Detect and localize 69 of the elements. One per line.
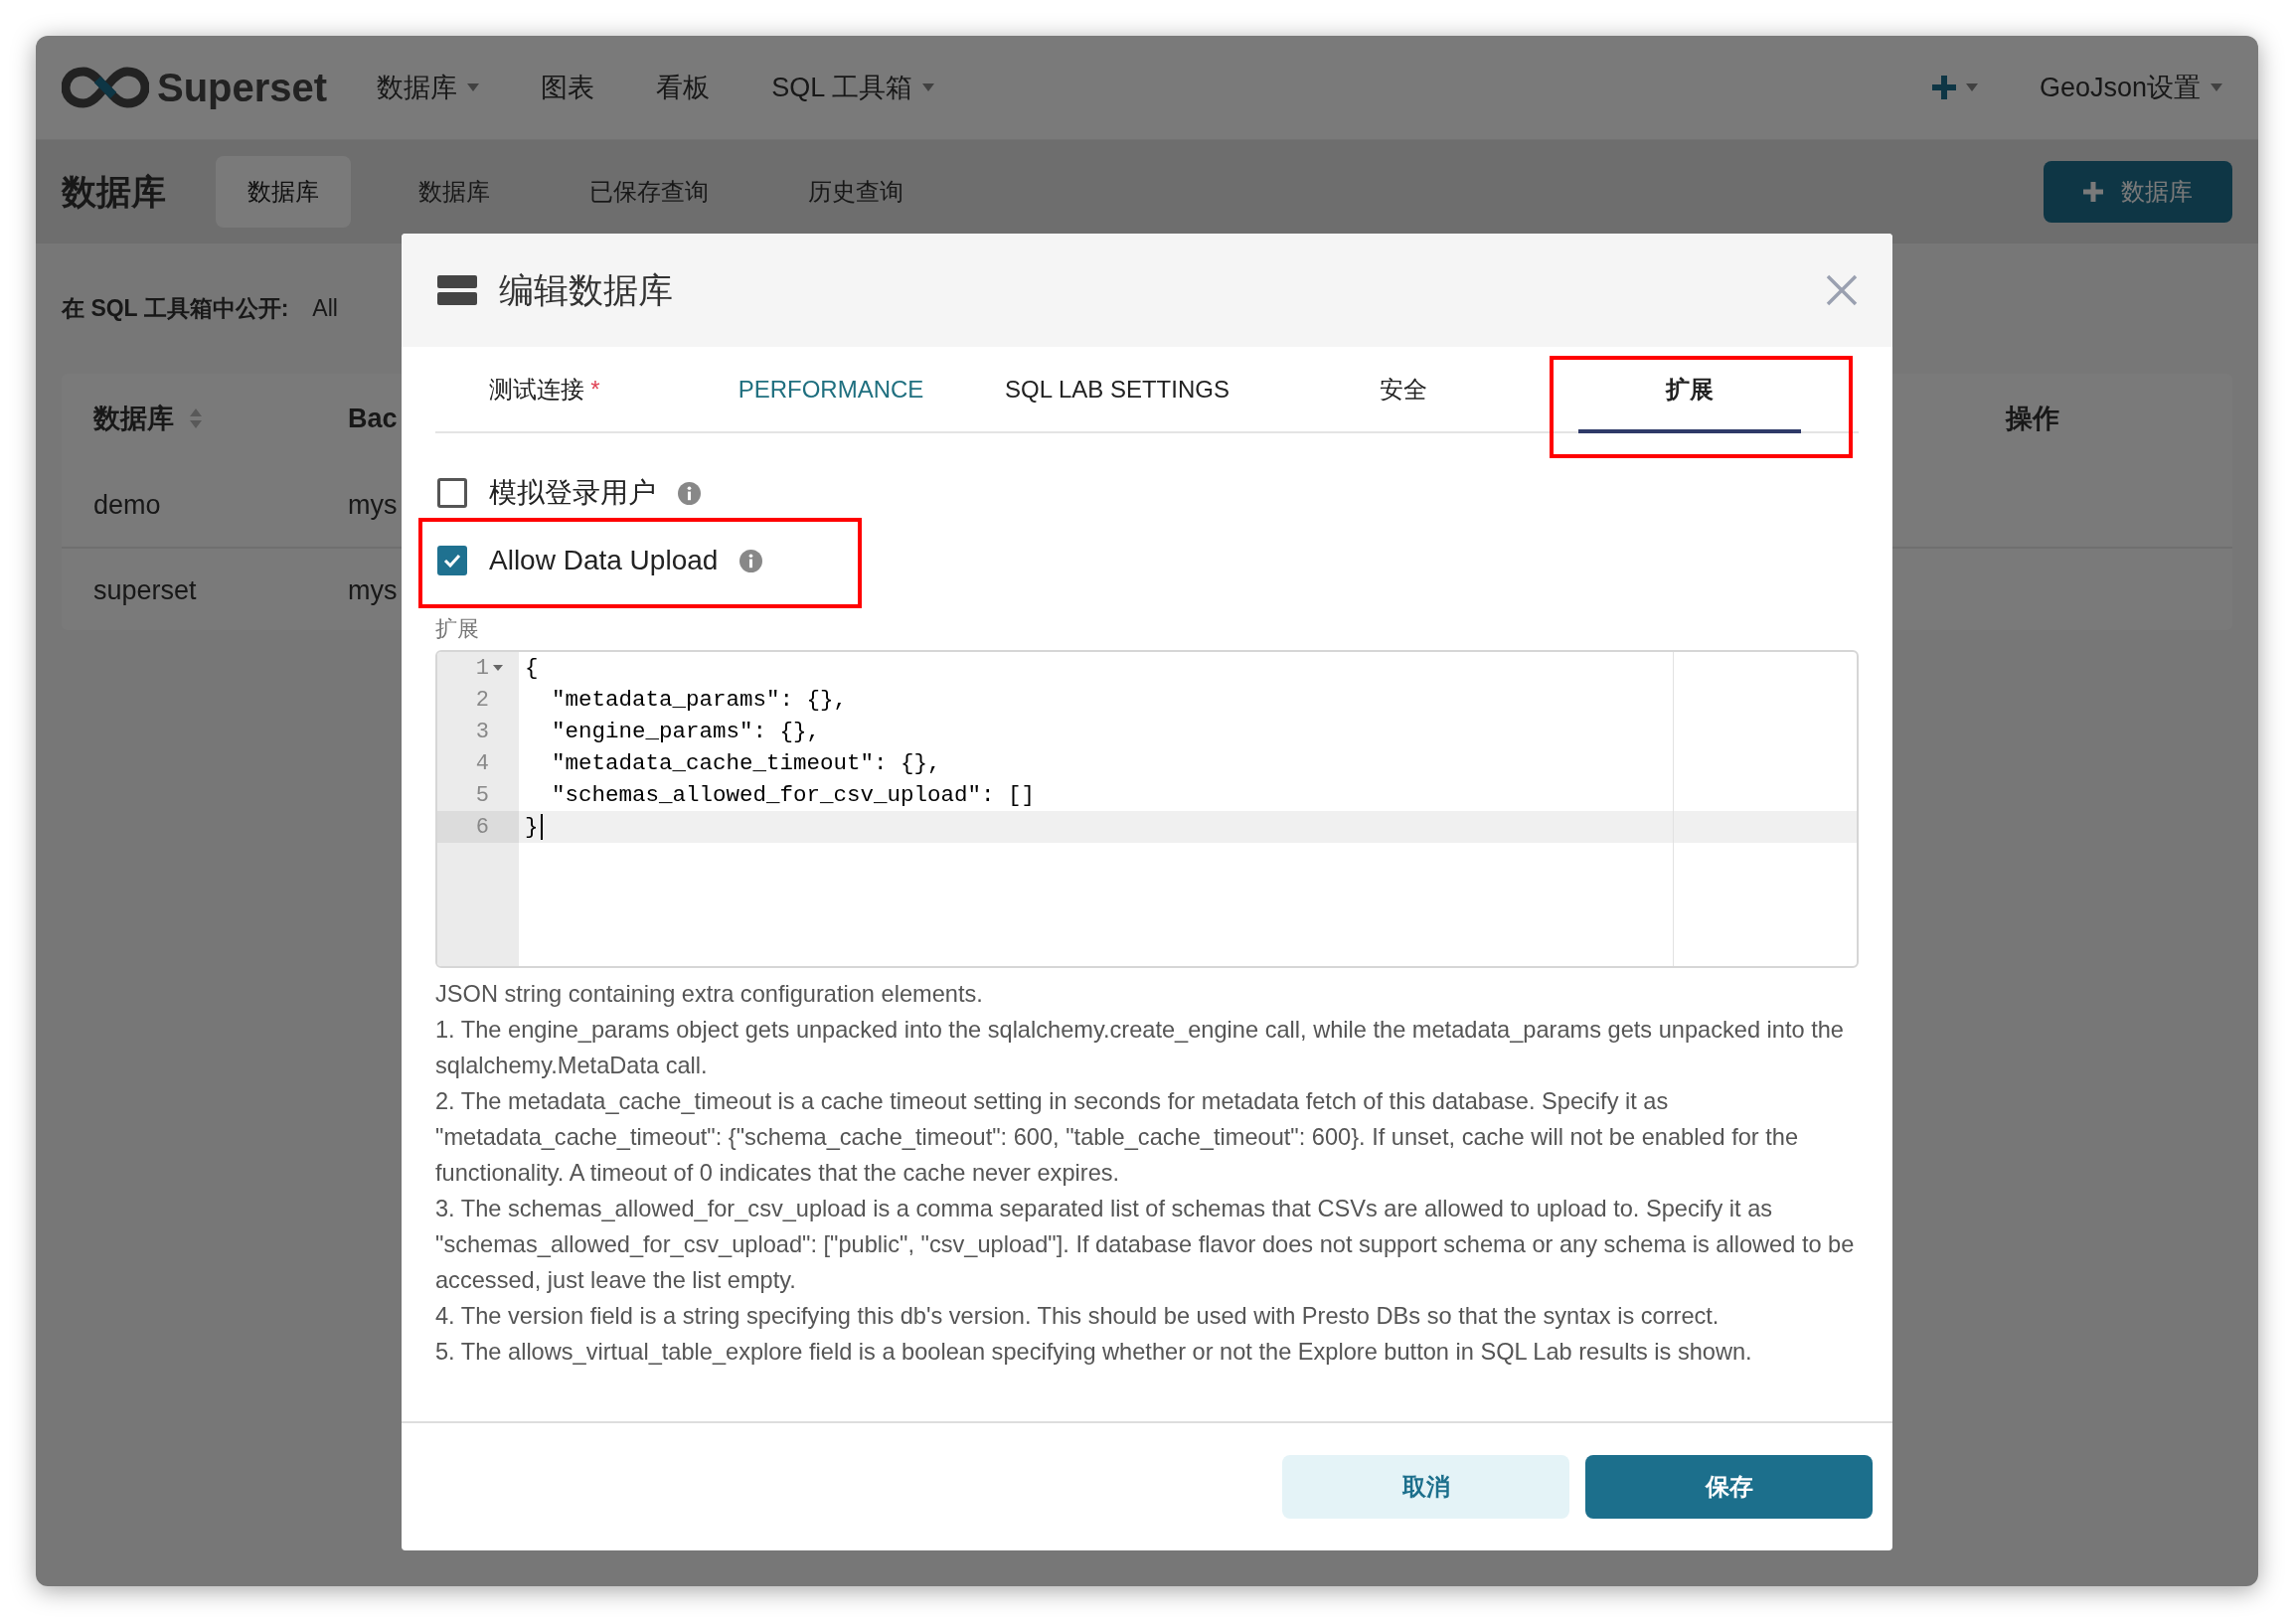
line-number: 1 [475, 655, 489, 681]
column-header[interactable]: 操作 [2006, 401, 2201, 436]
add-menu[interactable] [1931, 76, 1978, 99]
code-editor[interactable]: 1 2 3 4 5 6 { "metadata_params": {}, "engine_params": {}, "metadata_cache_timeout": {}, "schemas_allowed_for_csv_upload": [] } [435, 650, 1859, 968]
subheader-tab[interactable]: 历史查询 [776, 156, 935, 228]
help-text: 2. The metadata_cache_timeout is a cache timeout setting in seconds for metadata fetch of this database. Specify it as "metadata_cache_timeout": {"schema_cache_timeout": 600, "table_cache_timeout": 600}. If unset, cache will not be enabled for the functionality. A timeout of 0 indicates that the cache never expires. [435, 1087, 1800, 1188]
help-text: JSON string containing extra configuration elements. [435, 980, 984, 1009]
database-icon [437, 275, 477, 305]
help-text: 1. The engine_params object gets unpacked into the sqlalchemy.create_engine call, while the metadata_params gets unpacked into the sqlalchemy.MetaData call. [435, 1016, 1845, 1080]
dialog-tab[interactable]: PERFORMANCE [688, 347, 974, 431]
help-text: 4. The version field is a string specifying this db's version. This should be used with Presto DBs so that the syntax is correct. [435, 1302, 1720, 1331]
nav-menu-item[interactable]: 看板 [656, 70, 711, 105]
text-cursor [540, 814, 543, 840]
filter-select[interactable]: All [312, 295, 338, 322]
caret-icon [467, 83, 480, 91]
code-line: "schemas_allowed_for_csv_upload": [] [551, 782, 1036, 808]
nav-menu-item[interactable]: SQL 工具箱 [771, 70, 934, 105]
info-icon [678, 481, 701, 505]
checkbox-label: Allow Data Upload [489, 545, 719, 576]
code-line: "metadata_params": {}, [551, 687, 848, 713]
line-number: 5 [475, 782, 489, 808]
code-line: } [525, 814, 539, 840]
filter-label: 在 SQL 工具箱中公开: [62, 294, 289, 323]
required-mark: * [590, 375, 600, 404]
subheader-tab[interactable]: 已保存查询 [558, 156, 740, 228]
line-number: 6 [475, 814, 489, 840]
check-icon [443, 554, 461, 568]
info-icon [739, 549, 763, 572]
nav-menu-item[interactable]: 图表 [541, 70, 595, 105]
plus-icon [1931, 76, 1956, 99]
caret-icon [2211, 83, 2222, 91]
code-line: "engine_params": {}, [551, 719, 821, 744]
subheader-tab[interactable]: 数据库 [216, 156, 351, 228]
plus-icon [2083, 182, 2103, 202]
table-cell: mys [348, 489, 398, 521]
add-database-button[interactable]: 数据库 [2044, 161, 2232, 223]
line-number: 4 [475, 750, 489, 776]
nav-menu-item[interactable]: 数据库 [377, 70, 480, 105]
table-cell: mys [348, 574, 398, 606]
dialog-tab[interactable]: 安全 [1260, 347, 1547, 431]
fold-icon[interactable] [493, 665, 503, 671]
close-icon [1825, 273, 1859, 307]
code-line: "metadata_cache_timeout": {}, [551, 750, 941, 776]
caret-icon [1965, 83, 1978, 91]
checkbox[interactable] [437, 478, 467, 508]
subheader-tab[interactable]: 数据库 [387, 156, 522, 228]
page-title: 数据库 [62, 170, 166, 213]
checkbox[interactable] [437, 546, 467, 575]
table-cell: superset [93, 574, 197, 606]
checkbox-label: 模拟登录用户 [489, 476, 656, 510]
dialog-tab[interactable]: 测试连接 * [402, 347, 688, 431]
line-number: 2 [475, 687, 489, 713]
help-text: 5. The allows_virtual_table_explore field is a boolean specifying whether or not the Explore button in SQL Lab results is shown. [435, 1338, 1753, 1367]
code-line: { [525, 655, 539, 681]
settings-menu[interactable]: GeoJson设置 [2039, 70, 2222, 105]
brand-name: Superset [157, 65, 328, 110]
dialog-tab[interactable]: SQL LAB SETTINGS [974, 347, 1260, 431]
column-header[interactable]: 数据库 [93, 401, 348, 436]
dialog-tab[interactable]: 扩展 [1547, 347, 1833, 431]
sort-icon [190, 407, 202, 429]
field-label: 扩展 [435, 615, 480, 643]
table-cell: demo [93, 489, 161, 521]
logo-icon [62, 66, 149, 109]
cancel-button[interactable]: 取消 [1282, 1455, 1569, 1519]
dialog-title: 编辑数据库 [499, 268, 674, 311]
help-text: 3. The schemas_allowed_for_csv_upload is a comma separated list of schemas that CSVs are allowed to upload to. Specify it as "schemas_allowed_for_csv_upload": ["public", "csv_upload"]. If database flavor does not support schema or any schema is allowed to be accessed, just leave the list empty. [435, 1195, 1856, 1295]
caret-icon [921, 83, 934, 91]
save-button[interactable]: 保存 [1585, 1455, 1873, 1519]
line-number: 3 [475, 719, 489, 744]
